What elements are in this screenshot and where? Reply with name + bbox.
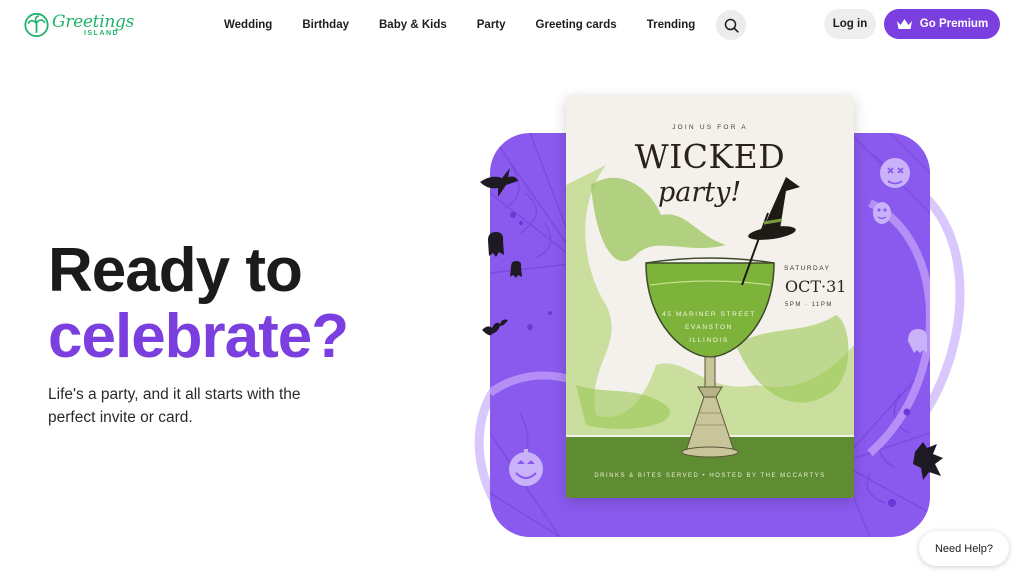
hero-subtitle: Life's a party, and it all starts with t… <box>48 386 301 426</box>
go-premium-label: Go Premium <box>919 18 989 30</box>
witch-icon <box>913 442 943 480</box>
nav-item-birthday[interactable]: Birthday <box>302 19 349 31</box>
hero-title-line1: Ready to <box>48 236 303 305</box>
ghost-icon <box>488 232 504 257</box>
hero-title: Ready to celebrate? <box>48 236 349 371</box>
crown-icon <box>896 18 913 31</box>
hero-illustration: JOIN US FOR A WICKED party! SATURDAY OCT… <box>460 90 980 540</box>
witch-hat-icon <box>748 177 800 240</box>
main-nav: Wedding Birthday Baby & Kids Party Greet… <box>224 0 695 50</box>
invite-address-line2: EVANSTON <box>685 324 733 331</box>
invite-title: WICKED <box>634 137 786 176</box>
invite-kicker: JOIN US FOR A <box>672 124 748 131</box>
crow-icon <box>480 168 518 197</box>
go-premium-button[interactable]: Go Premium <box>884 9 1000 39</box>
search-button[interactable] <box>716 10 746 40</box>
nav-item-baby-kids[interactable]: Baby & Kids <box>379 19 447 31</box>
invite-day: SATURDAY <box>784 265 831 272</box>
invite-date: OCT·31 <box>785 277 847 296</box>
invite-script: party! <box>658 177 742 208</box>
login-button[interactable]: Log in <box>824 9 876 39</box>
logo-word: Greetings <box>52 11 134 32</box>
bat-icon <box>482 319 508 336</box>
nav-item-wedding[interactable]: Wedding <box>224 19 272 31</box>
search-icon <box>724 18 739 33</box>
nav-item-party[interactable]: Party <box>477 19 506 31</box>
invite-address-line1: 45 MARINER STREET <box>662 311 756 318</box>
logo-sub: ISLAND <box>84 29 120 37</box>
hero-title-line2: celebrate? <box>48 302 349 371</box>
logo-wordmark: Greetings ISLAND <box>52 11 134 37</box>
invite-address-line3: ILLINOIS <box>689 337 729 344</box>
site-header: Greetings ISLAND Wedding Birthday Baby &… <box>0 0 1024 50</box>
invite-address: 45 MARINER STREET EVANSTON ILLINOIS <box>650 308 768 347</box>
nav-item-trending[interactable]: Trending <box>647 19 696 31</box>
invite-footer: DRINKS & BITES SERVED • HOSTED BY THE MC… <box>594 473 826 479</box>
invite-time: 5PM · 11PM <box>785 302 833 308</box>
invitation-card[interactable]: JOIN US FOR A WICKED party! SATURDAY OCT… <box>566 95 854 498</box>
palm-tree-icon <box>24 12 49 38</box>
nav-item-greeting-cards[interactable]: Greeting cards <box>536 19 617 31</box>
greetings-island-logo[interactable]: Greetings ISLAND <box>24 9 134 41</box>
ghost-icon <box>510 261 522 278</box>
need-help-button[interactable]: Need Help? <box>919 531 1009 566</box>
